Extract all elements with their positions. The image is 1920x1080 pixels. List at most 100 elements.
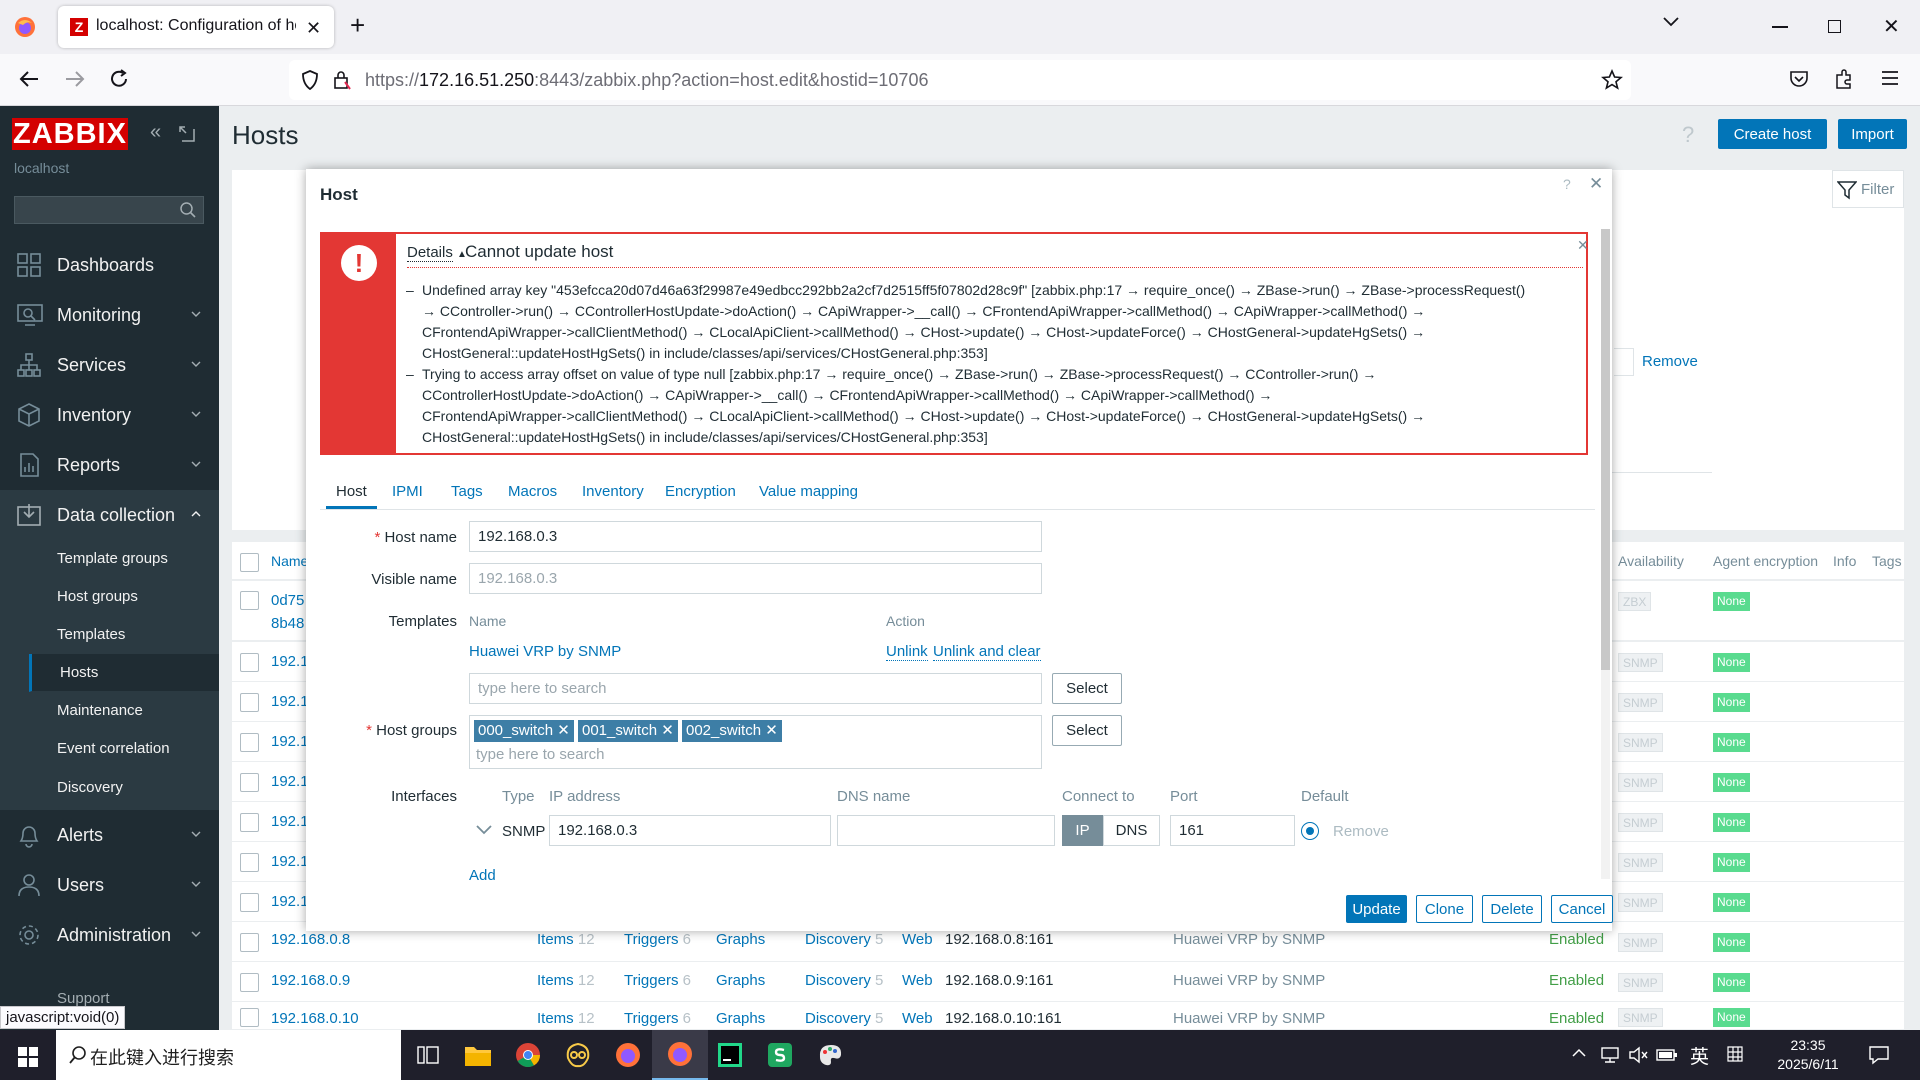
kiosk-mode-icon[interactable] bbox=[178, 125, 196, 143]
new-tab-icon[interactable]: + bbox=[350, 10, 365, 41]
template-link[interactable]: Huawei VRP by SNMP bbox=[1173, 1010, 1325, 1027]
clock[interactable]: 23:35 2025/6/11 bbox=[1770, 1036, 1846, 1074]
graphs-link[interactable]: Graphs bbox=[716, 972, 765, 989]
menu-alerts[interactable]: Alerts bbox=[0, 810, 219, 860]
submenu-event-correlation[interactable]: Event correlation bbox=[29, 730, 219, 768]
dialog-scrollbar-track[interactable] bbox=[1601, 229, 1610, 879]
volume-muted-icon[interactable] bbox=[1628, 1046, 1648, 1064]
connect-to-ip-toggle[interactable]: IP bbox=[1062, 815, 1103, 846]
tab-ipmi[interactable]: IPMI bbox=[392, 483, 423, 500]
col-name-header[interactable]: Name bbox=[271, 553, 308, 569]
discovery-link[interactable]: Discovery 5 bbox=[805, 931, 883, 948]
status-enabled[interactable]: Enabled bbox=[1549, 931, 1604, 948]
submenu-discovery[interactable]: Discovery bbox=[29, 768, 219, 806]
submenu-host-groups[interactable]: Host groups bbox=[29, 578, 219, 616]
host-name-link[interactable]: 192.1 bbox=[271, 773, 309, 790]
status-enabled[interactable]: Enabled bbox=[1549, 1010, 1604, 1027]
help-icon[interactable]: ? bbox=[1682, 122, 1694, 148]
lock-warning-icon[interactable] bbox=[333, 70, 351, 90]
interface-dns-input[interactable] bbox=[837, 815, 1055, 846]
select-all-checkbox[interactable] bbox=[240, 553, 259, 572]
unlink-link[interactable]: Unlink bbox=[886, 643, 928, 661]
tab-list-chevron-icon[interactable] bbox=[1662, 16, 1680, 28]
ime-mode-icon[interactable] bbox=[1726, 1045, 1744, 1063]
row-checkbox[interactable] bbox=[240, 693, 259, 712]
error-details-toggle[interactable]: Details ▲ bbox=[407, 244, 467, 262]
row-checkbox[interactable] bbox=[240, 733, 259, 752]
submenu-template-groups[interactable]: Template groups bbox=[29, 540, 219, 578]
menu-users[interactable]: Users bbox=[0, 860, 219, 910]
triggers-link[interactable]: Triggers 6 bbox=[624, 1010, 691, 1027]
host-name-link[interactable]: 192.1 bbox=[271, 653, 309, 670]
host-name-link[interactable]: 192.168.0.8 bbox=[271, 931, 350, 948]
template-link[interactable]: Huawei VRP by SNMP bbox=[1173, 931, 1325, 948]
graphs-link[interactable]: Graphs bbox=[716, 931, 765, 948]
items-link[interactable]: Items 12 bbox=[537, 972, 595, 989]
url-text[interactable]: https://172.16.51.250:8443/zabbix.php?ac… bbox=[365, 70, 928, 91]
file-explorer-icon[interactable] bbox=[450, 1030, 506, 1080]
url-bar[interactable]: https://172.16.51.250:8443/zabbix.php?ac… bbox=[289, 60, 1631, 100]
menu-support[interactable]: Support bbox=[57, 990, 110, 1007]
host-name-link-line2[interactable]: 8b48 bbox=[271, 615, 304, 632]
tracking-protection-shield-icon[interactable] bbox=[301, 70, 319, 90]
row-checkbox[interactable] bbox=[240, 653, 259, 672]
tab-macros[interactable]: Macros bbox=[508, 483, 557, 500]
row-checkbox[interactable] bbox=[240, 1008, 259, 1027]
dialog-close-icon[interactable]: ✕ bbox=[1589, 174, 1603, 194]
tab-inventory[interactable]: Inventory bbox=[582, 483, 644, 500]
interface-expand-chevron-icon[interactable] bbox=[476, 825, 492, 835]
tab-value-mapping[interactable]: Value mapping bbox=[759, 483, 858, 500]
update-button[interactable]: Update bbox=[1346, 895, 1407, 923]
reload-icon[interactable] bbox=[108, 68, 130, 90]
window-close-icon[interactable]: ✕ bbox=[1883, 14, 1900, 39]
host-name-link[interactable]: 192.168.0.10 bbox=[271, 1010, 359, 1027]
delete-button[interactable]: Delete bbox=[1482, 895, 1542, 923]
back-icon[interactable] bbox=[18, 68, 40, 90]
notification-center-icon[interactable] bbox=[1868, 1045, 1890, 1065]
firefox-icon[interactable] bbox=[600, 1030, 656, 1080]
connect-to-dns-toggle[interactable]: DNS bbox=[1103, 815, 1160, 846]
visible-name-input[interactable]: 192.168.0.3 bbox=[469, 563, 1042, 594]
firefox-active-icon[interactable] bbox=[652, 1030, 708, 1080]
filter-remove-link[interactable]: Remove bbox=[1642, 353, 1698, 370]
task-view-icon[interactable] bbox=[400, 1030, 456, 1080]
sidebar-search-input[interactable] bbox=[14, 196, 204, 224]
template-search-input[interactable]: type here to search bbox=[469, 673, 1042, 704]
graphs-link[interactable]: Graphs bbox=[716, 1010, 765, 1027]
web-link[interactable]: Web bbox=[902, 931, 933, 948]
search-icon[interactable] bbox=[179, 201, 197, 219]
tray-overflow-chevron-icon[interactable] bbox=[1572, 1048, 1586, 1058]
host-name-link[interactable]: 192.168.0.9 bbox=[271, 972, 350, 989]
remove-chip-icon[interactable]: ✕ bbox=[557, 722, 570, 739]
host-name-link[interactable]: 0d75 bbox=[271, 592, 304, 609]
clone-button[interactable]: Clone bbox=[1416, 895, 1473, 923]
chrome-icon[interactable] bbox=[500, 1030, 556, 1080]
remove-chip-icon[interactable]: ✕ bbox=[661, 722, 674, 739]
row-checkbox[interactable] bbox=[240, 893, 259, 912]
status-enabled[interactable]: Enabled bbox=[1549, 972, 1604, 989]
restore-icon[interactable] bbox=[1828, 20, 1841, 33]
bookmark-star-icon[interactable] bbox=[1601, 69, 1623, 91]
firefox-menu-icon[interactable] bbox=[14, 16, 36, 38]
dialog-scrollbar-thumb[interactable] bbox=[1601, 229, 1610, 670]
row-checkbox[interactable] bbox=[240, 773, 259, 792]
create-host-button[interactable]: Create host bbox=[1718, 119, 1827, 149]
ime-language-indicator[interactable]: 英 bbox=[1690, 1042, 1709, 1069]
paint-icon[interactable] bbox=[802, 1030, 858, 1080]
tab-tags[interactable]: Tags bbox=[451, 483, 483, 500]
host-name-link[interactable]: 192.1 bbox=[271, 813, 309, 830]
interface-ip-input[interactable]: 192.168.0.3 bbox=[549, 815, 831, 846]
menu-data-collection[interactable]: Data collection bbox=[0, 490, 219, 540]
wps-spreadsheet-icon[interactable] bbox=[752, 1030, 808, 1080]
interface-remove-link[interactable]: Remove bbox=[1333, 823, 1389, 840]
unlink-and-clear-link[interactable]: Unlink and clear bbox=[933, 643, 1041, 661]
battery-icon[interactable] bbox=[1656, 1047, 1678, 1063]
triggers-link[interactable]: Triggers 6 bbox=[624, 972, 691, 989]
import-button[interactable]: Import bbox=[1838, 119, 1907, 149]
discovery-link[interactable]: Discovery 5 bbox=[805, 1010, 883, 1027]
interface-port-input[interactable]: 161 bbox=[1170, 815, 1295, 846]
row-checkbox[interactable] bbox=[240, 813, 259, 832]
network-icon[interactable] bbox=[1600, 1046, 1620, 1064]
app-menu-hamburger-icon[interactable] bbox=[1881, 70, 1899, 86]
web-link[interactable]: Web bbox=[902, 972, 933, 989]
